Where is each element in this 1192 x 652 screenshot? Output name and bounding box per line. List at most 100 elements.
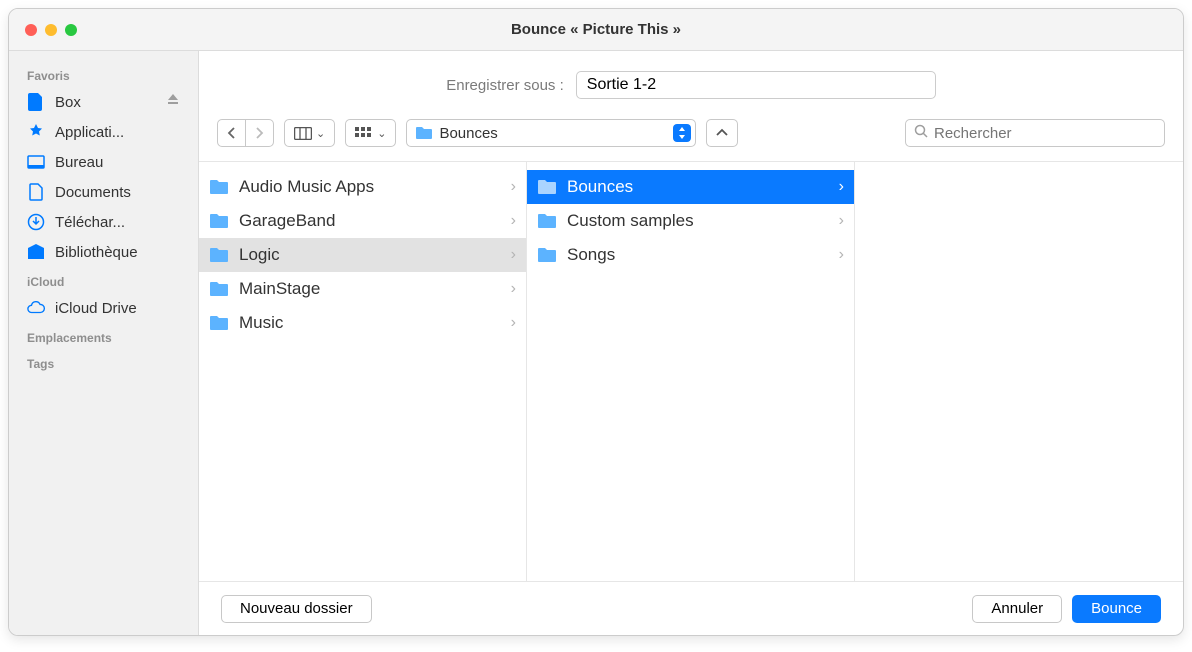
save-row: Enregistrer sous : xyxy=(199,51,1183,113)
grid-icon xyxy=(355,127,373,140)
sidebar-item-library[interactable]: Bibliothèque xyxy=(9,237,198,267)
location-popup[interactable]: Bounces xyxy=(406,119,696,147)
sidebar: Favoris Box Applicati... xyxy=(9,51,199,635)
cloud-icon xyxy=(27,299,45,317)
sidebar-item-label: Téléchar... xyxy=(55,214,180,231)
column-2[interactable] xyxy=(855,162,1183,581)
folder-icon xyxy=(415,126,433,140)
close-window-button[interactable] xyxy=(25,24,37,36)
columns-icon xyxy=(294,127,312,140)
sidebar-item-label: Documents xyxy=(55,184,180,201)
minimize-window-button[interactable] xyxy=(45,24,57,36)
folder-icon xyxy=(209,281,229,297)
folder-name: Bounces xyxy=(567,177,829,197)
folder-name: Logic xyxy=(239,245,501,265)
updown-arrows-icon xyxy=(673,124,691,142)
chevron-down-icon: ⌄ xyxy=(377,127,386,140)
folder-row-garageband[interactable]: GarageBand › xyxy=(199,204,526,238)
chevron-down-icon: ⌄ xyxy=(316,127,325,140)
folder-icon xyxy=(537,247,557,263)
window-title: Bounce « Picture This » xyxy=(9,21,1183,38)
folder-row-mainstage[interactable]: MainStage › xyxy=(199,272,526,306)
folder-icon xyxy=(209,179,229,195)
folder-icon xyxy=(209,315,229,331)
library-icon xyxy=(27,243,45,261)
sidebar-item-box[interactable]: Box xyxy=(9,87,198,117)
sidebar-item-label: Box xyxy=(55,94,156,111)
collapse-button[interactable] xyxy=(706,119,738,147)
column-browser: Audio Music Apps › GarageBand › Logic › xyxy=(199,162,1183,581)
window-controls xyxy=(9,24,77,36)
column-0[interactable]: Audio Music Apps › GarageBand › Logic › xyxy=(199,162,527,581)
folder-row-songs[interactable]: Songs › xyxy=(527,238,854,272)
location-name: Bounces xyxy=(439,125,667,142)
back-button[interactable] xyxy=(217,119,246,147)
sidebar-item-downloads[interactable]: Téléchar... xyxy=(9,207,198,237)
filename-input[interactable] xyxy=(576,71,936,99)
folder-icon xyxy=(537,213,557,229)
view-columns-button[interactable]: ⌄ xyxy=(284,119,335,147)
sidebar-item-applications[interactable]: Applicati... xyxy=(9,117,198,147)
sidebar-item-icloud-drive[interactable]: iCloud Drive xyxy=(9,293,198,323)
sidebar-item-desktop[interactable]: Bureau xyxy=(9,147,198,177)
group-by-button[interactable]: ⌄ xyxy=(345,119,396,147)
folder-row-audio-music-apps[interactable]: Audio Music Apps › xyxy=(199,170,526,204)
footer: Nouveau dossier Annuler Bounce xyxy=(199,581,1183,635)
document-icon xyxy=(27,183,45,201)
folder-name: GarageBand xyxy=(239,211,501,231)
search-field[interactable] xyxy=(905,119,1165,147)
sidebar-heading-tags: Tags xyxy=(9,349,198,375)
chevron-right-icon: › xyxy=(511,314,516,332)
search-input[interactable] xyxy=(934,125,1156,142)
eject-icon[interactable] xyxy=(166,93,180,111)
cancel-button[interactable]: Annuler xyxy=(972,595,1062,623)
folder-row-logic[interactable]: Logic › xyxy=(199,238,526,272)
folder-name: Music xyxy=(239,313,501,333)
folder-row-custom-samples[interactable]: Custom samples › xyxy=(527,204,854,238)
toolbar: ⌄ ⌄ Bounces xyxy=(199,113,1183,162)
sidebar-item-label: Bureau xyxy=(55,154,180,171)
chevron-left-icon xyxy=(227,127,236,139)
folder-icon xyxy=(209,247,229,263)
sidebar-heading-icloud: iCloud xyxy=(9,267,198,293)
folder-row-music[interactable]: Music › xyxy=(199,306,526,340)
folder-row-bounces[interactable]: Bounces › xyxy=(527,170,854,204)
sidebar-item-label: Bibliothèque xyxy=(55,244,180,261)
sidebar-item-documents[interactable]: Documents xyxy=(9,177,198,207)
main-panel: Enregistrer sous : ⌄ xyxy=(199,51,1183,635)
search-icon xyxy=(914,124,928,143)
titlebar: Bounce « Picture This » xyxy=(9,9,1183,51)
chevron-right-icon xyxy=(255,127,264,139)
save-as-label: Enregistrer sous : xyxy=(446,77,564,94)
zoom-window-button[interactable] xyxy=(65,24,77,36)
chevron-right-icon: › xyxy=(511,212,516,230)
chevron-right-icon: › xyxy=(511,280,516,298)
sidebar-heading-favorites: Favoris xyxy=(9,61,198,87)
desktop-icon xyxy=(27,153,45,171)
folder-name: Audio Music Apps xyxy=(239,177,501,197)
chevron-up-icon xyxy=(716,128,728,138)
nav-buttons xyxy=(217,119,274,147)
download-icon xyxy=(27,213,45,231)
chevron-right-icon: › xyxy=(839,178,844,196)
chevron-right-icon: › xyxy=(511,178,516,196)
sidebar-item-label: Applicati... xyxy=(55,124,180,141)
apps-icon xyxy=(27,123,45,141)
folder-name: Songs xyxy=(567,245,829,265)
sidebar-item-label: iCloud Drive xyxy=(55,300,180,317)
confirm-button[interactable]: Bounce xyxy=(1072,595,1161,623)
chevron-right-icon: › xyxy=(839,246,844,264)
save-dialog: Bounce « Picture This » Favoris Box A xyxy=(8,8,1184,636)
forward-button[interactable] xyxy=(246,119,274,147)
new-folder-button[interactable]: Nouveau dossier xyxy=(221,595,372,623)
folder-icon xyxy=(537,179,557,195)
document-icon xyxy=(27,93,45,111)
folder-name: MainStage xyxy=(239,279,501,299)
dialog-body: Favoris Box Applicati... xyxy=(9,51,1183,635)
folder-name: Custom samples xyxy=(567,211,829,231)
sidebar-heading-locations: Emplacements xyxy=(9,323,198,349)
folder-icon xyxy=(209,213,229,229)
column-1[interactable]: Bounces › Custom samples › Songs › xyxy=(527,162,855,581)
chevron-right-icon: › xyxy=(839,212,844,230)
chevron-right-icon: › xyxy=(511,246,516,264)
